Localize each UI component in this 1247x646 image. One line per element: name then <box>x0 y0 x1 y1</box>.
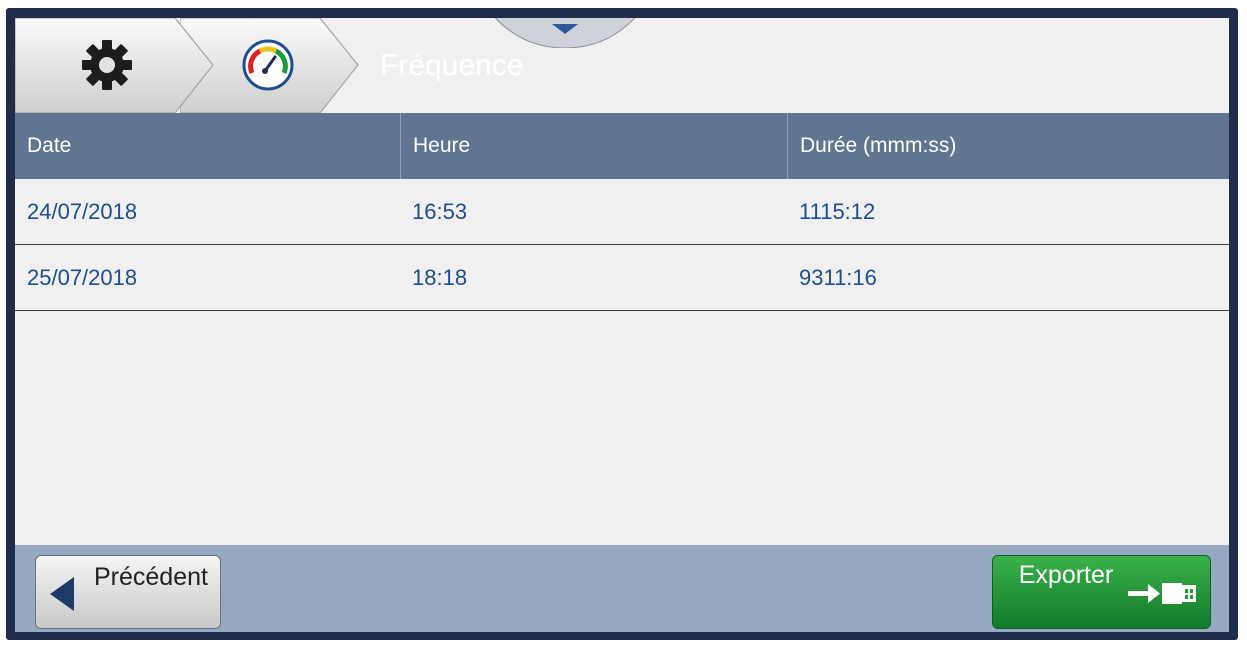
previous-label: Précédent <box>94 563 208 591</box>
screen: Fréquence Date Heure Durée (mmm:ss) 24/0… <box>15 18 1229 632</box>
usb-export-icon <box>1128 583 1196 604</box>
column-header-duration: Durée (mmm:ss) <box>787 113 1229 179</box>
export-button[interactable]: Exporter <box>992 555 1211 629</box>
breadcrumb-settings[interactable] <box>15 18 215 113</box>
previous-button[interactable]: Précédent <box>35 555 221 629</box>
arrow-left-icon <box>50 577 74 611</box>
cell-time: 16:53 <box>412 198 468 224</box>
table-header: Date Heure Durée (mmm:ss) <box>15 113 1229 179</box>
table-row[interactable]: 24/07/2018 16:53 1115:12 <box>15 179 1229 245</box>
gauge-icon <box>242 39 294 91</box>
gear-icon <box>82 40 132 90</box>
column-header-time: Heure <box>400 113 787 179</box>
header-bar: Fréquence <box>15 18 1229 113</box>
export-label: Exporter <box>1018 561 1114 589</box>
dropdown-tab[interactable] <box>490 18 640 48</box>
frequency-table: Date Heure Durée (mmm:ss) 24/07/2018 16:… <box>15 113 1229 311</box>
device-frame: Fréquence Date Heure Durée (mmm:ss) 24/0… <box>6 8 1238 640</box>
cell-duration: 9311:16 <box>799 264 877 290</box>
footer-bar: Précédent Exporter <box>15 545 1229 632</box>
cell-duration: 1115:12 <box>799 198 876 224</box>
cell-time: 18:18 <box>412 264 468 290</box>
table-row[interactable]: 25/07/2018 18:18 9311:16 <box>15 245 1229 311</box>
cell-date: 25/07/2018 <box>27 264 138 290</box>
cell-date: 24/07/2018 <box>27 198 138 224</box>
column-header-date: Date <box>27 134 72 157</box>
